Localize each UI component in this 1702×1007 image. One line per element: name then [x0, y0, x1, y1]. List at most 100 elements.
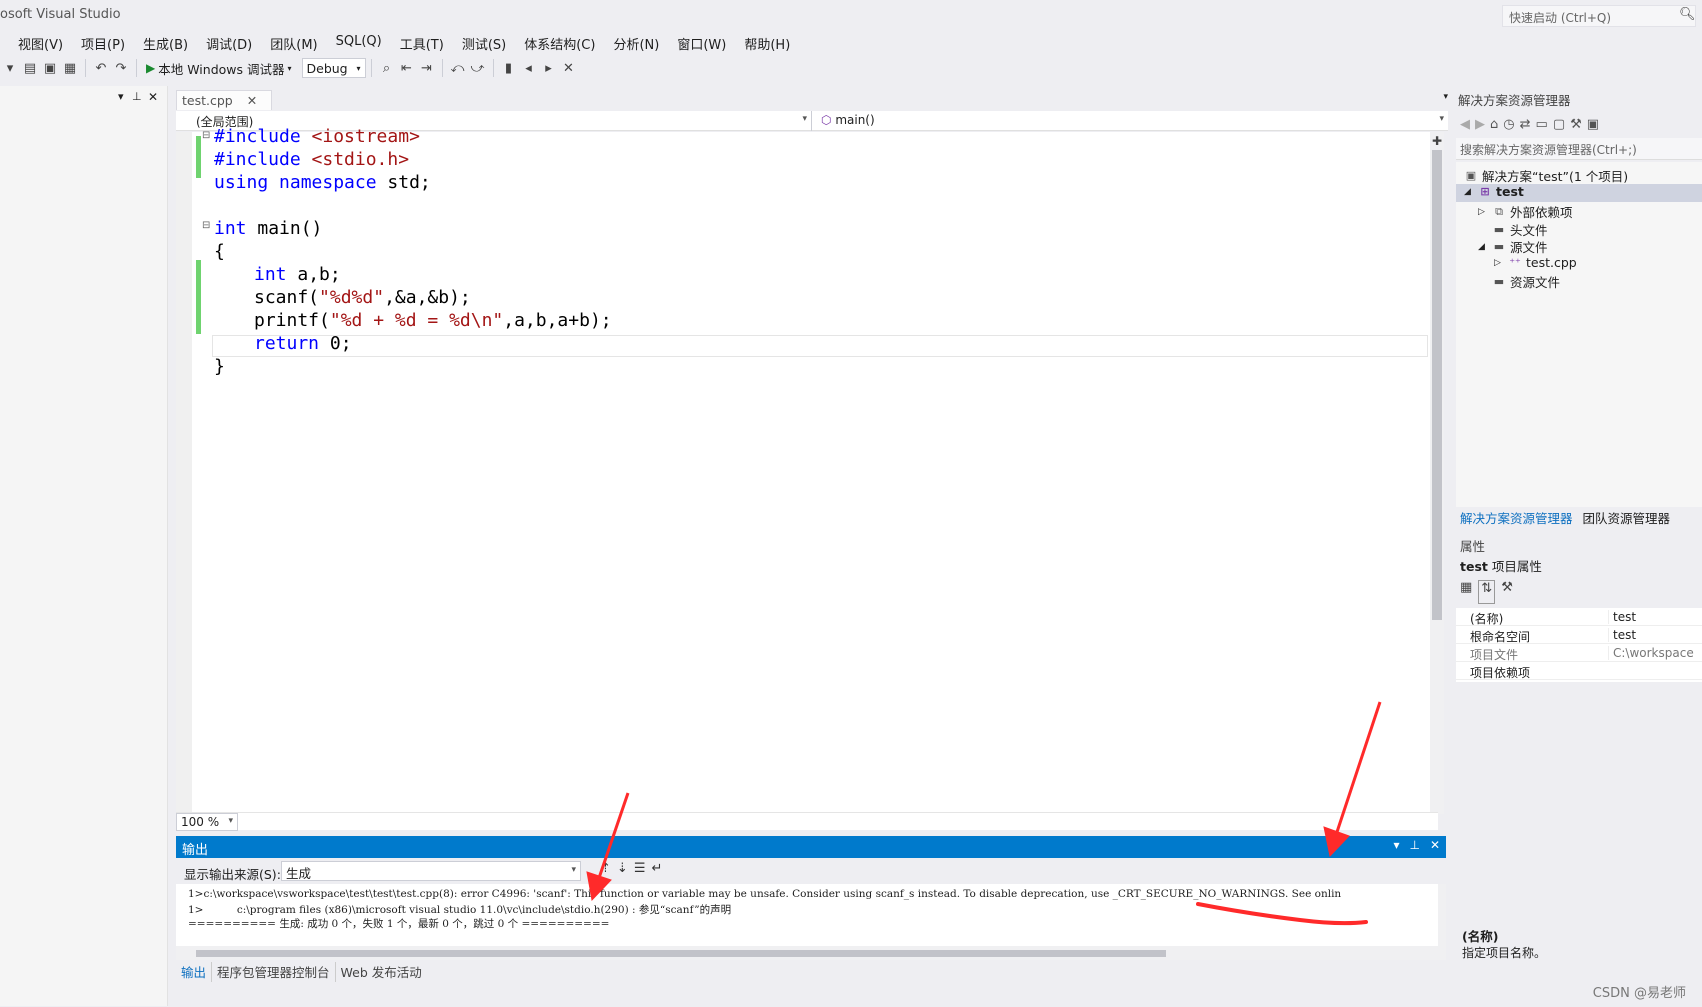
alphabetical-icon[interactable]: ⇅ [1478, 580, 1496, 604]
zoom-dropdown[interactable]: 100 % ▾ [176, 813, 238, 831]
start-debugging-button[interactable]: ▶ 本地 Windows 调试器 ▾ [142, 59, 296, 78]
preview-icon[interactable]: ▣ [1587, 117, 1599, 132]
tab-output[interactable]: 输出 [176, 962, 213, 982]
output-vertical-scrollbar[interactable] [1438, 884, 1446, 960]
tab-package-manager-console[interactable]: 程序包管理器控制台 [212, 962, 336, 982]
close-icon[interactable]: ✕ [148, 90, 158, 104]
property-row[interactable]: 根命名空间 test [1456, 626, 1702, 644]
code-line: } [214, 356, 225, 377]
menu-project[interactable]: 项目(P) [72, 32, 134, 54]
solution-configuration-select[interactable]: Debug ▾ [301, 58, 366, 78]
property-row[interactable]: 项目依赖项 [1456, 662, 1702, 680]
indent-icon[interactable]: ⇤ [397, 58, 417, 78]
home-icon[interactable]: ⌂ [1490, 117, 1498, 132]
go-to-next-message-icon[interactable]: ⇣ [617, 861, 628, 876]
forward-icon[interactable]: ▶ [1475, 117, 1485, 132]
expanded-arrow-icon[interactable]: ◢ [1464, 187, 1474, 197]
tree-item-resource-files[interactable]: ▬ 资源文件 [1492, 272, 1560, 291]
menu-build[interactable]: 生成(B) [134, 32, 197, 54]
menu-sql[interactable]: SQL(Q) [327, 32, 391, 54]
function-icon: ⬡ [821, 113, 832, 127]
code-editor[interactable]: ⊟ ⊟ #include <iostream> #include <stdio.… [176, 126, 1438, 812]
fold-toggle-icon[interactable]: ⊟ [202, 220, 210, 231]
history-icon[interactable]: ◷ [1503, 117, 1514, 132]
standard-toolbar: ▾ ▤ ▣ ▦ ↶ ↷ ▶ 本地 Windows 调试器 ▾ Debug ▾ ⌕… [0, 56, 1702, 80]
chevron-down-icon[interactable]: ▾ [1443, 92, 1448, 102]
tab-test-cpp[interactable]: test.cpp ✕ [176, 90, 272, 110]
uncomment-icon[interactable]: ⤻ [468, 58, 488, 78]
clear-bookmarks-icon[interactable]: ✕ [559, 58, 579, 78]
output-text-area[interactable]: 1>c:\workspace\vsworkspace\test\test\tes… [176, 884, 1438, 946]
collapse-all-icon[interactable]: ▭ [1536, 117, 1548, 132]
tree-item-test-cpp[interactable]: ▷ ⁺⁺ test.cpp [1494, 255, 1577, 270]
tree-item-source-files[interactable]: ◢ ▬ 源文件 [1478, 237, 1548, 256]
menu-view[interactable]: 视图(V) [0, 32, 72, 54]
prev-bookmark-icon[interactable]: ◂ [519, 58, 539, 78]
next-bookmark-icon[interactable]: ▸ [539, 58, 559, 78]
save-all-icon[interactable]: ▦ [60, 58, 80, 78]
properties-icon[interactable]: ⚒ [1570, 117, 1582, 132]
menu-team[interactable]: 团队(M) [261, 32, 326, 54]
split-editor-icon[interactable]: ✚ [1432, 134, 1442, 148]
back-icon[interactable]: ◀ [1460, 117, 1470, 132]
editor-scroll-thumb[interactable] [1432, 150, 1442, 620]
pin-icon[interactable]: ⊥ [132, 90, 142, 103]
save-icon[interactable]: ▣ [40, 58, 60, 78]
tab-team-explorer[interactable]: 团队资源管理器 [1583, 508, 1671, 528]
property-row[interactable]: 项目文件 C:\workspace [1456, 644, 1702, 662]
property-value[interactable]: C:\workspace [1608, 646, 1702, 660]
folder-icon: ▬ [1493, 223, 1505, 236]
properties-subject-suffix: 项目属性 [1491, 559, 1542, 574]
menu-tools[interactable]: 工具(T) [391, 32, 453, 54]
sync-icon[interactable]: ⇄ [1520, 117, 1531, 132]
menu-analyze[interactable]: 分析(N) [604, 32, 668, 54]
collapsed-arrow-icon[interactable]: ▷ [1478, 207, 1488, 217]
menu-architecture[interactable]: 体系结构(C) [515, 32, 604, 54]
outdent-icon[interactable]: ⇥ [417, 58, 437, 78]
property-row[interactable]: (名称) test [1456, 608, 1702, 626]
solution-tree: ▣ 解决方案“test”(1 个项目) ◢ ⊞ test ▷ ⧉ 外部依赖项 ▬… [1456, 162, 1702, 507]
toggle-word-wrap-icon[interactable]: ↵ [651, 861, 662, 876]
categorized-icon[interactable]: ▦ [1460, 580, 1472, 604]
show-all-files-icon[interactable]: ▢ [1553, 117, 1565, 132]
tree-item-external-dependencies[interactable]: ▷ ⧉ 外部依赖项 [1478, 202, 1573, 221]
menu-window[interactable]: 窗口(W) [668, 32, 735, 54]
solution-explorer-title: 解决方案资源管理器 [1456, 90, 1702, 110]
solution-search-input[interactable]: 搜索解决方案资源管理器(Ctrl+;) [1456, 138, 1702, 160]
collapsed-arrow-icon[interactable]: ▷ [1494, 258, 1504, 268]
menu-test[interactable]: 测试(S) [453, 32, 515, 54]
pin-icon[interactable]: ⊥ [1409, 838, 1419, 852]
fold-toggle-icon[interactable]: ⊟ [202, 130, 210, 141]
go-to-previous-message-icon[interactable]: ⇡ [600, 861, 611, 876]
close-icon[interactable]: ✕ [1430, 838, 1440, 852]
find-in-files-icon[interactable]: ⌕ [377, 58, 397, 78]
tree-item-solution[interactable]: ▣ 解决方案“test”(1 个项目) [1464, 166, 1628, 185]
property-value[interactable]: test [1608, 610, 1702, 624]
quick-launch-input[interactable]: 快速启动 (Ctrl+Q) 🔍︎ [1502, 5, 1696, 27]
menu-help[interactable]: 帮助(H) [735, 32, 799, 54]
undo-icon[interactable]: ↶ [91, 58, 111, 78]
chevron-down-icon[interactable]: ▾ [118, 90, 124, 103]
tree-item-label: 外部依赖项 [1510, 205, 1573, 220]
comment-icon[interactable]: ⤺ [448, 58, 468, 78]
open-file-icon[interactable]: ▤ [20, 58, 40, 78]
properties-subject[interactable]: test 项目属性 [1456, 556, 1702, 576]
expanded-arrow-icon[interactable]: ◢ [1478, 242, 1488, 252]
clear-all-icon[interactable]: ☰ [634, 861, 646, 876]
output-source-select[interactable]: 生成 ▾ [281, 861, 581, 881]
property-value[interactable]: test [1608, 628, 1702, 642]
chevron-down-icon[interactable]: ▾ [1393, 838, 1399, 852]
menu-debug[interactable]: 调试(D) [197, 32, 261, 54]
bookmark-icon[interactable]: ▮ [499, 58, 519, 78]
output-scroll-thumb[interactable] [196, 950, 1166, 957]
close-icon[interactable]: ✕ [247, 93, 257, 108]
dropdown-arrow-icon[interactable]: ▾ [0, 58, 20, 78]
property-pages-icon[interactable]: ⚒ [1501, 580, 1513, 604]
editor-margin[interactable] [176, 132, 192, 812]
tab-solution-explorer[interactable]: 解决方案资源管理器 [1460, 508, 1573, 528]
search-icon[interactable]: 🔍︎ [1679, 7, 1696, 22]
redo-icon[interactable]: ↷ [111, 58, 131, 78]
tree-item-project[interactable]: ◢ ⊞ test [1464, 184, 1524, 199]
function-dropdown[interactable]: ⬡ main() ▾ [813, 111, 1448, 131]
tab-web-publish-activity[interactable]: Web 发布活动 [336, 962, 427, 982]
